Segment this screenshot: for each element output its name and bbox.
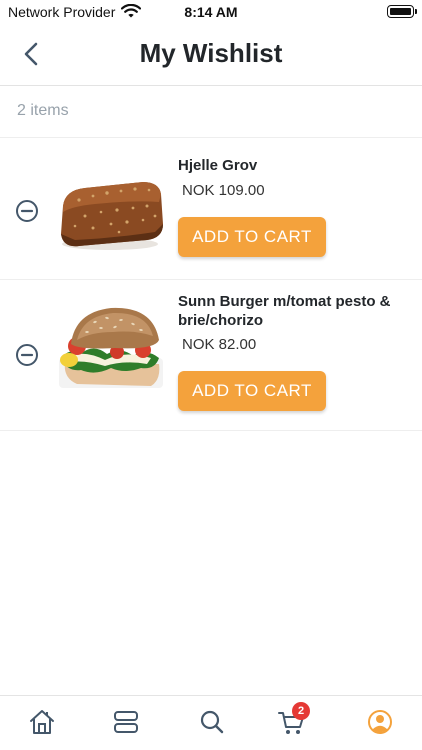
page-title: My Wishlist [139,38,283,68]
cart-count-badge: 2 [292,702,310,720]
account-icon[interactable] [366,708,394,736]
wishlist-item: Sunn Burger m/tomat pesto & brie/chorizo… [0,280,422,431]
add-to-cart-button[interactable]: ADD TO CART [178,217,326,257]
add-to-cart-button[interactable]: ADD TO CART [178,371,326,411]
remove-item-button[interactable] [15,199,39,223]
wishlist-item: Hjelle Grov NOK 109.00 ADD TO CART [0,138,422,280]
status-bar: Network Provider 8:14 AM [0,0,422,24]
home-icon[interactable] [28,708,56,736]
item-count: 2 items [17,102,69,119]
burger-image [59,307,163,388]
bread-loaf-image [61,182,163,250]
search-icon[interactable] [198,708,226,736]
item-price: NOK 82.00 [182,336,257,353]
remove-item-button[interactable] [15,343,39,367]
clock: 8:14 AM [184,4,238,20]
item-price: NOK 109.00 [182,182,265,199]
item-name[interactable]: Hjelle Grov [178,156,402,175]
item-name[interactable]: Sunn Burger m/tomat pesto & brie/chorizo [178,292,402,330]
battery-icon [387,5,417,18]
header: My Wishlist [0,24,422,86]
tab-bar: 2 [0,695,422,750]
categories-icon[interactable] [112,708,140,736]
